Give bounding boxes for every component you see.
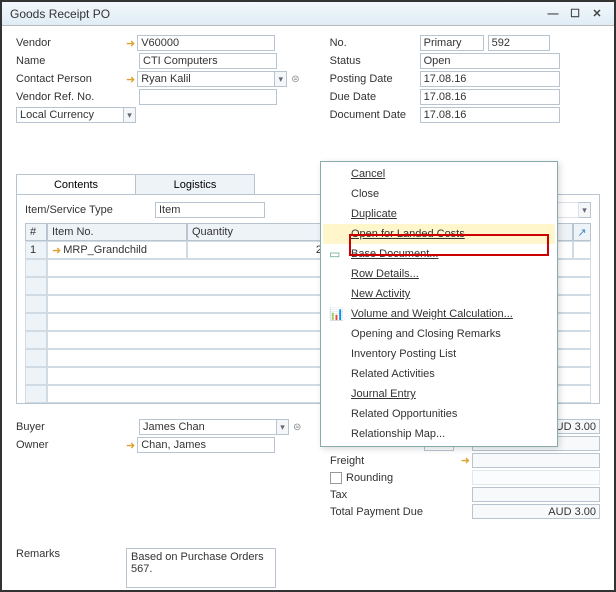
total-due-value: AUD 3.00 — [472, 504, 600, 519]
rounding-label: Rounding — [346, 472, 472, 484]
menu-related-activities[interactable]: Related Activities — [323, 364, 555, 384]
owner-field[interactable]: Chan, James — [137, 437, 275, 453]
total-due-label: Total Payment Due — [330, 506, 472, 518]
link-arrow-icon[interactable]: ➜ — [126, 439, 135, 452]
menu-close[interactable]: Close — [323, 184, 555, 204]
due-field[interactable]: 17.08.16 — [420, 89, 560, 105]
currency-field[interactable]: Local Currency — [16, 107, 124, 123]
due-label: Due Date — [330, 91, 420, 103]
chart-icon: 📊 — [329, 307, 344, 321]
minimize-button[interactable]: — — [544, 6, 562, 22]
base-doc-icon: ▭ — [329, 247, 340, 261]
name-label: Name — [16, 55, 126, 67]
status-label: Status — [330, 55, 420, 67]
menu-related-opportunities[interactable]: Related Opportunities — [323, 404, 555, 424]
rounding-value — [472, 470, 600, 485]
col-num[interactable]: # — [25, 223, 47, 241]
menu-new-activity[interactable]: New Activity — [323, 284, 555, 304]
vendor-ref-field[interactable] — [139, 89, 277, 105]
menu-row-details[interactable]: Row Details... — [323, 264, 555, 284]
doc-label: Document Date — [330, 109, 420, 121]
dropdown-icon[interactable]: ▾ — [124, 107, 136, 123]
remarks-label: Remarks — [16, 548, 126, 560]
vendor-field[interactable]: V60000 — [137, 35, 275, 51]
cell-qty[interactable]: 2 — [187, 241, 327, 259]
menu-cancel[interactable]: Cancel — [323, 164, 555, 184]
item-service-label: Item/Service Type — [25, 204, 155, 216]
dropdown-icon[interactable]: ▾ — [275, 71, 287, 87]
menu-relationship-map[interactable]: Relationship Map... — [323, 424, 555, 444]
link-arrow-icon[interactable]: ➜ — [126, 73, 135, 86]
menu-inventory-posting[interactable]: Inventory Posting List — [323, 344, 555, 364]
info-icon[interactable]: ⊜ — [293, 422, 301, 433]
tab-logistics[interactable]: Logistics — [135, 174, 255, 194]
tax-value — [472, 487, 600, 502]
freight-value — [472, 453, 600, 468]
info-icon[interactable]: ⊜ — [291, 74, 299, 85]
row-num: 1 — [25, 241, 47, 259]
freight-label: Freight — [330, 455, 461, 467]
dropdown-icon[interactable]: ▾ — [579, 202, 591, 218]
vendor-label: Vendor — [16, 37, 126, 49]
close-button[interactable]: ✕ — [588, 6, 606, 22]
menu-opening-closing[interactable]: Opening and Closing Remarks — [323, 324, 555, 344]
link-arrow-icon[interactable]: ➜ — [52, 244, 61, 257]
no-type-field[interactable]: Primary — [420, 35, 484, 51]
remarks-field[interactable]: Based on Purchase Orders 567. — [126, 548, 276, 588]
owner-label: Owner — [16, 439, 126, 451]
link-arrow-icon[interactable]: ➜ — [126, 37, 135, 50]
contact-field[interactable]: Ryan Kalil — [137, 71, 275, 87]
col-qty[interactable]: Quantity — [187, 223, 327, 241]
col-itemno[interactable]: Item No. — [47, 223, 187, 241]
rounding-checkbox[interactable] — [330, 472, 342, 484]
vendor-ref-label: Vendor Ref. No. — [16, 91, 126, 103]
posting-label: Posting Date — [330, 73, 420, 85]
link-arrow-icon[interactable]: ➜ — [461, 454, 470, 467]
menu-volume-weight[interactable]: 📊Volume and Weight Calculation... — [323, 304, 555, 324]
buyer-field[interactable]: James Chan — [139, 419, 277, 435]
status-field: Open — [420, 53, 560, 69]
popout-icon[interactable]: ↗ — [573, 223, 591, 241]
posting-field[interactable]: 17.08.16 — [420, 71, 560, 87]
cell-blank — [573, 241, 591, 259]
menu-base-document[interactable]: ▭Base Document... — [323, 244, 555, 264]
menu-open-landed-costs[interactable]: Open for Landed Costs — [323, 224, 555, 244]
name-field[interactable]: CTI Computers — [139, 53, 277, 69]
window-title: Goods Receipt PO — [10, 7, 540, 21]
tax-label: Tax — [330, 489, 472, 501]
cell-item[interactable]: ➜MRP_Grandchild — [47, 241, 187, 259]
menu-journal-entry[interactable]: Journal Entry — [323, 384, 555, 404]
item-service-field[interactable]: Item — [155, 202, 265, 218]
no-field[interactable]: 592 — [488, 35, 550, 51]
contact-label: Contact Person — [16, 73, 126, 85]
dropdown-icon[interactable]: ▾ — [277, 419, 289, 435]
context-menu: Cancel Close Duplicate Open for Landed C… — [320, 161, 558, 447]
doc-field[interactable]: 17.08.16 — [420, 107, 560, 123]
buyer-label: Buyer — [16, 421, 126, 433]
no-label: No. — [330, 37, 420, 49]
maximize-button[interactable]: ☐ — [566, 6, 584, 22]
menu-duplicate[interactable]: Duplicate — [323, 204, 555, 224]
tab-contents[interactable]: Contents — [16, 174, 136, 194]
